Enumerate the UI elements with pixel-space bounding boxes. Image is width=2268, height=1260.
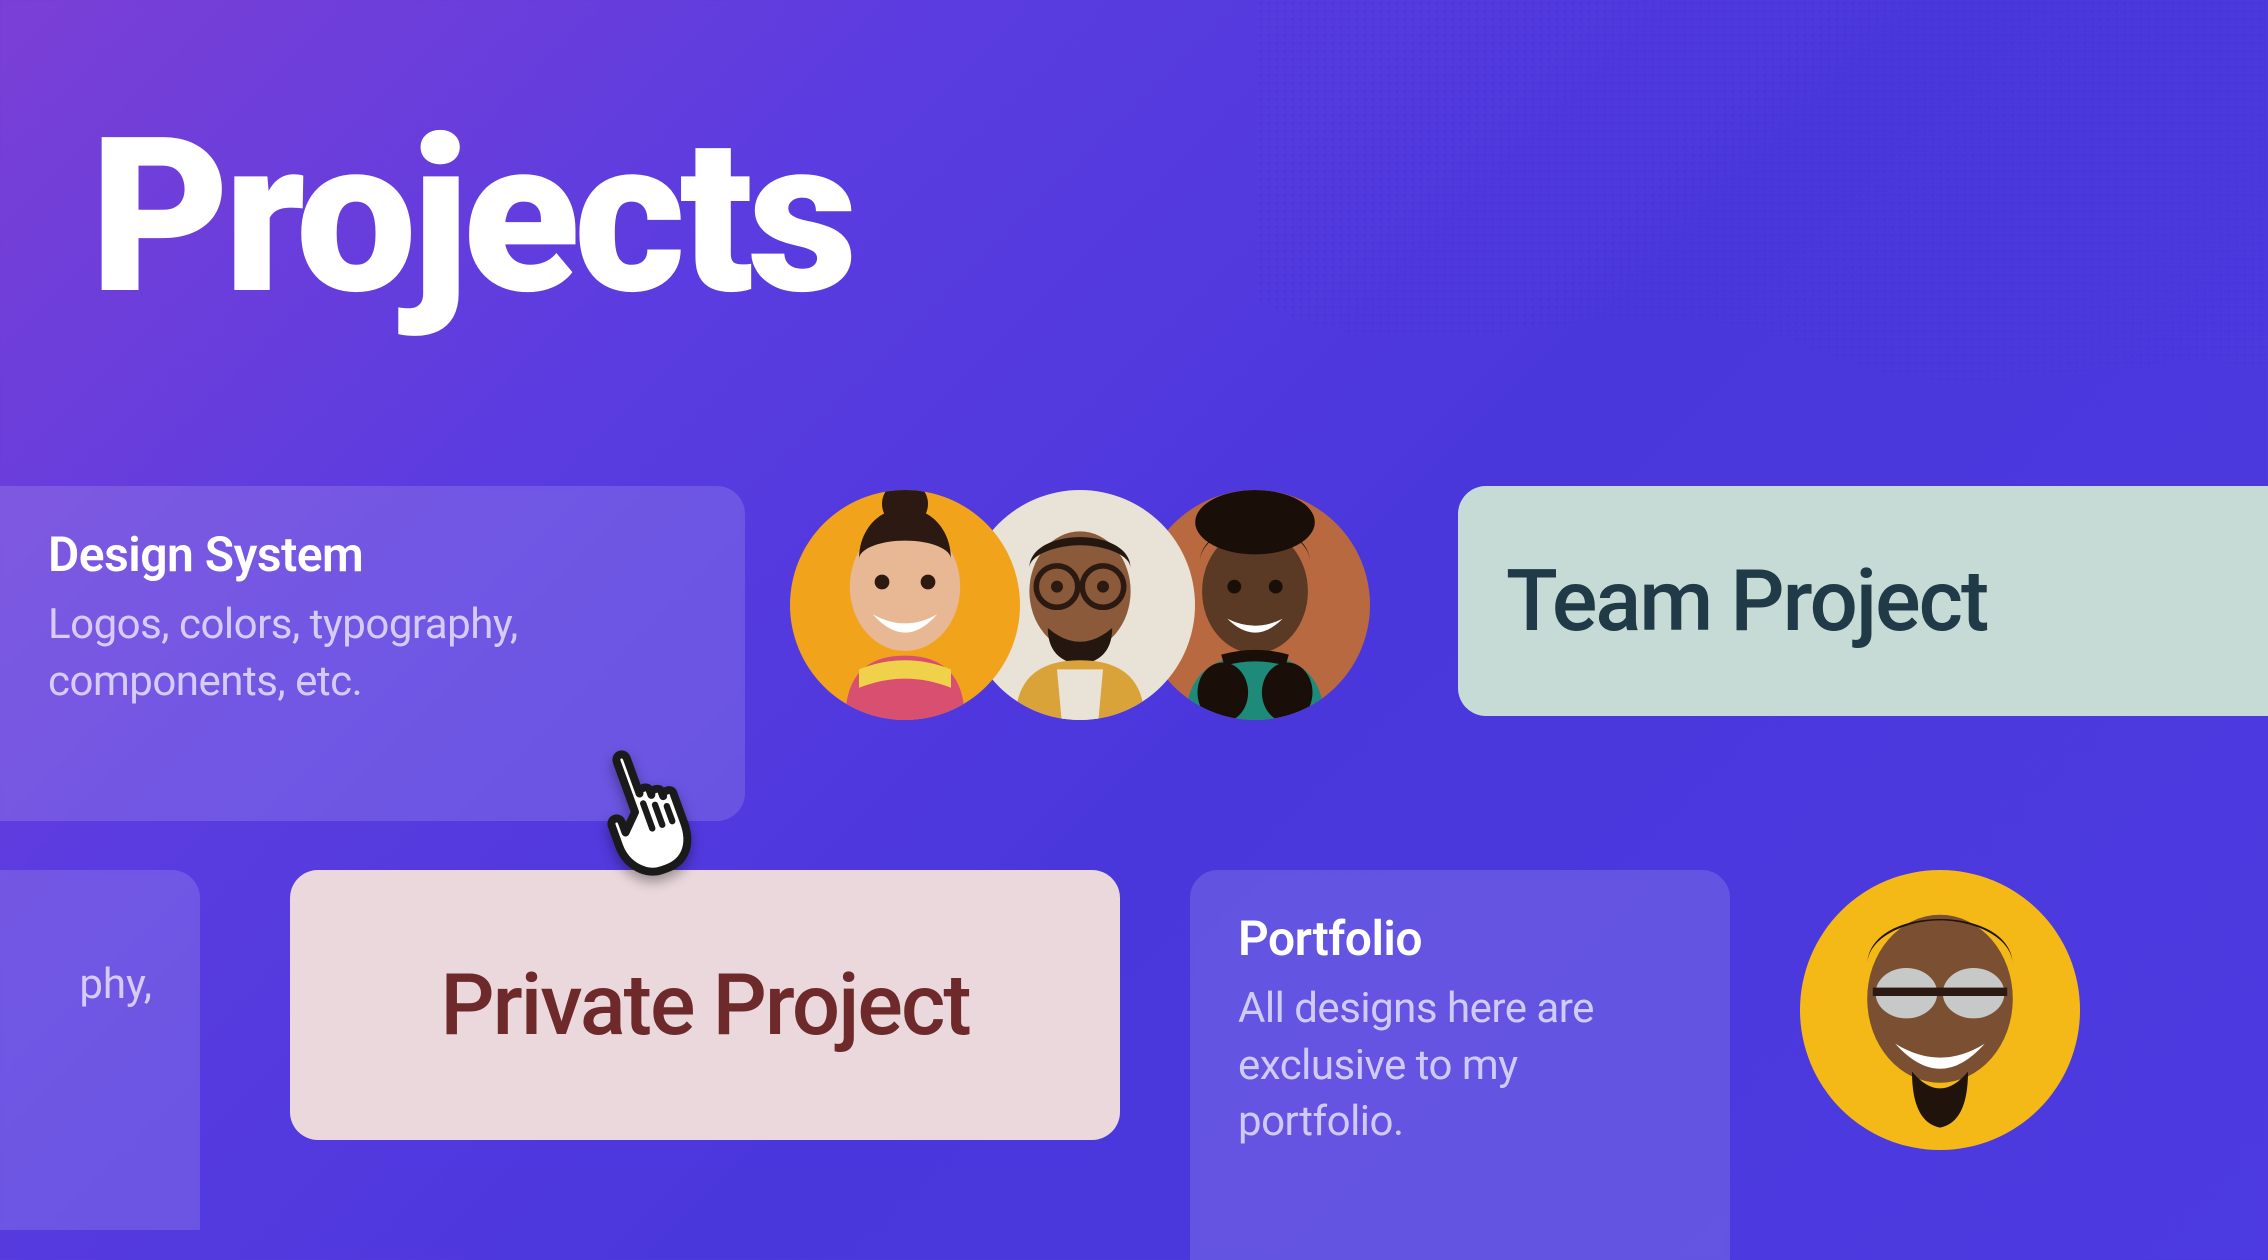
decorative-blob xyxy=(1258,0,2268,400)
card-portfolio[interactable]: Portfolio All designs here are exclusive… xyxy=(1190,870,1730,1260)
card-title: Design System xyxy=(48,526,697,583)
card-description-fragment: phy, xyxy=(48,960,152,1009)
card-label: Private Project xyxy=(440,955,969,1055)
card-team-project[interactable]: Team Project xyxy=(1458,486,2268,716)
card-description: Logos, colors, typography, components, e… xyxy=(48,597,697,710)
card-title: Portfolio xyxy=(1238,910,1682,967)
pointer-hand-icon xyxy=(575,718,745,888)
card-partial[interactable]: phy, xyxy=(0,870,200,1230)
card-private-project[interactable]: Private Project xyxy=(290,870,1120,1140)
card-label: Team Project xyxy=(1506,551,1987,651)
page-title: Projects xyxy=(90,110,852,325)
avatar[interactable] xyxy=(790,490,1020,720)
card-description: All designs here are exclusive to my por… xyxy=(1238,981,1682,1151)
avatar-group xyxy=(790,490,1370,720)
avatar[interactable] xyxy=(1800,870,2080,1150)
